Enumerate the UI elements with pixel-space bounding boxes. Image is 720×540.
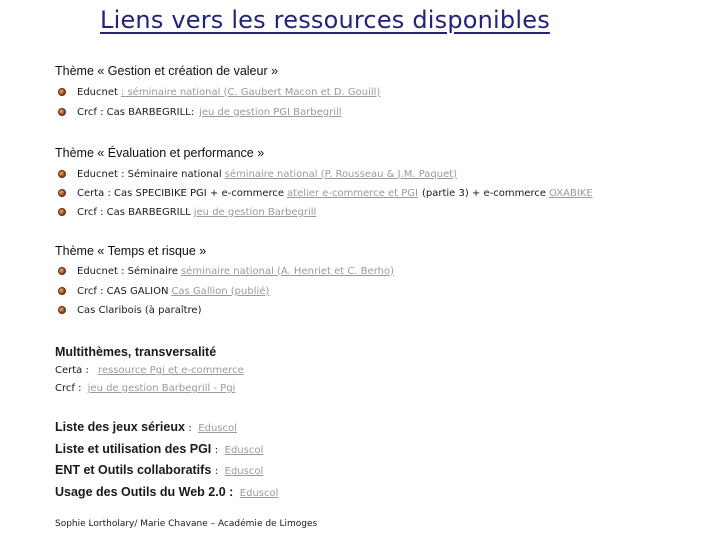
section-heading-temps: Thème « Temps et risque »: [55, 244, 207, 258]
item-text: Cas Claribois (à paraître): [77, 304, 202, 316]
crcf-label: Crcf :: [55, 383, 82, 394]
item-text: Educnet: [77, 86, 118, 98]
item-text: Crcf : Cas BARBEGRILL:: [77, 106, 195, 118]
bullet-icon: [58, 267, 66, 275]
list-suffix: :: [214, 445, 219, 456]
bullet-icon: [58, 287, 66, 295]
list-item: Certa : Cas SPECIBIKE PGI + e-commerce a…: [58, 185, 593, 201]
resource-link[interactable]: Cas Gallion (publié): [171, 286, 269, 297]
list-item: Cas Claribois (à paraître): [58, 302, 201, 318]
item-text-after: (partie 3) + e-commerce: [421, 187, 547, 199]
resource-link[interactable]: : séminaire national (C. Gaubert Macon e…: [121, 87, 380, 98]
bullet-icon: [58, 208, 66, 216]
list-line-web20: Usage des Outils du Web 2.0 : Eduscol: [55, 485, 278, 499]
list-item: Crcf : Cas BARBEGRILL: jeu de gestion PG…: [58, 104, 342, 120]
list-label: Liste des jeux sérieux: [55, 420, 185, 434]
certa-line: Certa : ressource Pgi et e-commerce: [55, 365, 244, 376]
crcf-resource-link[interactable]: jeu de gestion Barbegrill - Pgi: [88, 383, 236, 394]
list-suffix: :: [214, 466, 219, 477]
eduscol-link[interactable]: Eduscol: [198, 423, 237, 434]
crcf-line: Crcf : jeu de gestion Barbegrill - Pgi: [55, 383, 235, 394]
list-line-ent: ENT et Outils collaboratifs : Eduscol: [55, 463, 263, 477]
bullet-icon: [58, 108, 66, 116]
list-item: Educnet : Séminaire séminaire national (…: [58, 263, 394, 279]
list-item: Educnet : Séminaire national séminaire n…: [58, 166, 457, 182]
bullet-icon: [58, 189, 66, 197]
bullet-icon: [58, 306, 66, 314]
item-text: Educnet : Séminaire: [77, 265, 178, 277]
section-heading-gestion: Thème « Gestion et création de valeur »: [55, 64, 279, 78]
multi-heading: Multithèmes, transversalité: [55, 345, 217, 359]
resource-link[interactable]: séminaire national (A. Henriet et C. Ber…: [181, 266, 394, 277]
item-text: Crcf : CAS GALION: [77, 285, 169, 297]
footer-credits: Sophie Lortholary/ Marie Chavane – Acadé…: [55, 519, 318, 529]
eduscol-link[interactable]: Eduscol: [240, 488, 279, 499]
bullet-icon: [58, 88, 66, 96]
resource-link[interactable]: séminaire national (P. Rousseau & J.M. P…: [225, 169, 457, 180]
certa-resource-link[interactable]: ressource Pgi et e-commerce: [98, 365, 244, 376]
resource-link[interactable]: jeu de gestion Barbegrill: [194, 207, 317, 218]
list-item: Crcf : Cas BARBEGRILL jeu de gestion Bar…: [58, 204, 316, 220]
eduscol-link[interactable]: Eduscol: [225, 466, 264, 477]
list-line-jeux: Liste des jeux sérieux : Eduscol: [55, 420, 237, 434]
resource-link[interactable]: jeu de gestion PGI Barbegrill: [199, 107, 341, 118]
list-line-pgi: Liste et utilisation des PGI : Eduscol: [55, 442, 263, 456]
certa-label: Certa :: [55, 365, 89, 376]
list-label: Usage des Outils du Web 2.0 :: [55, 485, 234, 499]
list-item: Crcf : CAS GALION Cas Gallion (publié): [58, 283, 269, 299]
resource-link[interactable]: atelier e-commerce et PGI: [287, 188, 418, 199]
list-suffix: :: [188, 423, 192, 434]
item-text: Educnet : Séminaire national: [77, 168, 222, 180]
page-title: Liens vers les ressources disponibles: [100, 6, 550, 34]
item-text: Certa : Cas SPECIBIKE PGI + e-commerce: [77, 187, 285, 199]
eduscol-link[interactable]: Eduscol: [225, 445, 264, 456]
item-text: Crcf : Cas BARBEGRILL: [77, 206, 191, 218]
bullet-icon: [58, 170, 66, 178]
list-label: Liste et utilisation des PGI: [55, 442, 212, 456]
section-heading-evaluation: Thème « Évaluation et performance »: [55, 146, 265, 160]
list-item: Educnet : séminaire national (C. Gaubert…: [58, 84, 380, 100]
resource-link[interactable]: OXABIKE: [549, 188, 593, 199]
list-label: ENT et Outils collaboratifs: [55, 463, 212, 477]
